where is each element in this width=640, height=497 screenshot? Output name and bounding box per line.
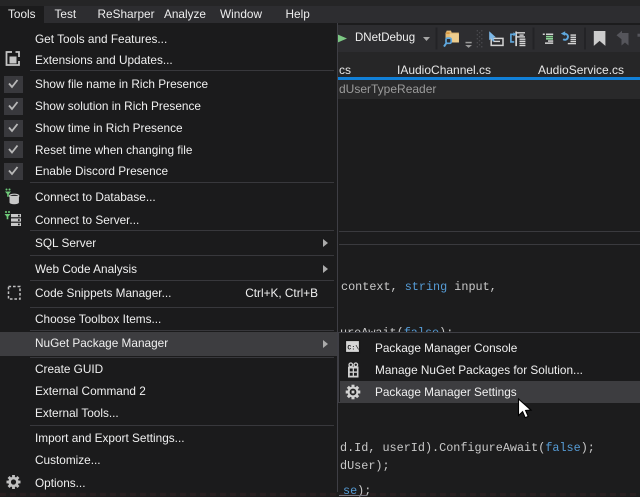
svg-text:C:\: C:\ <box>347 344 359 351</box>
